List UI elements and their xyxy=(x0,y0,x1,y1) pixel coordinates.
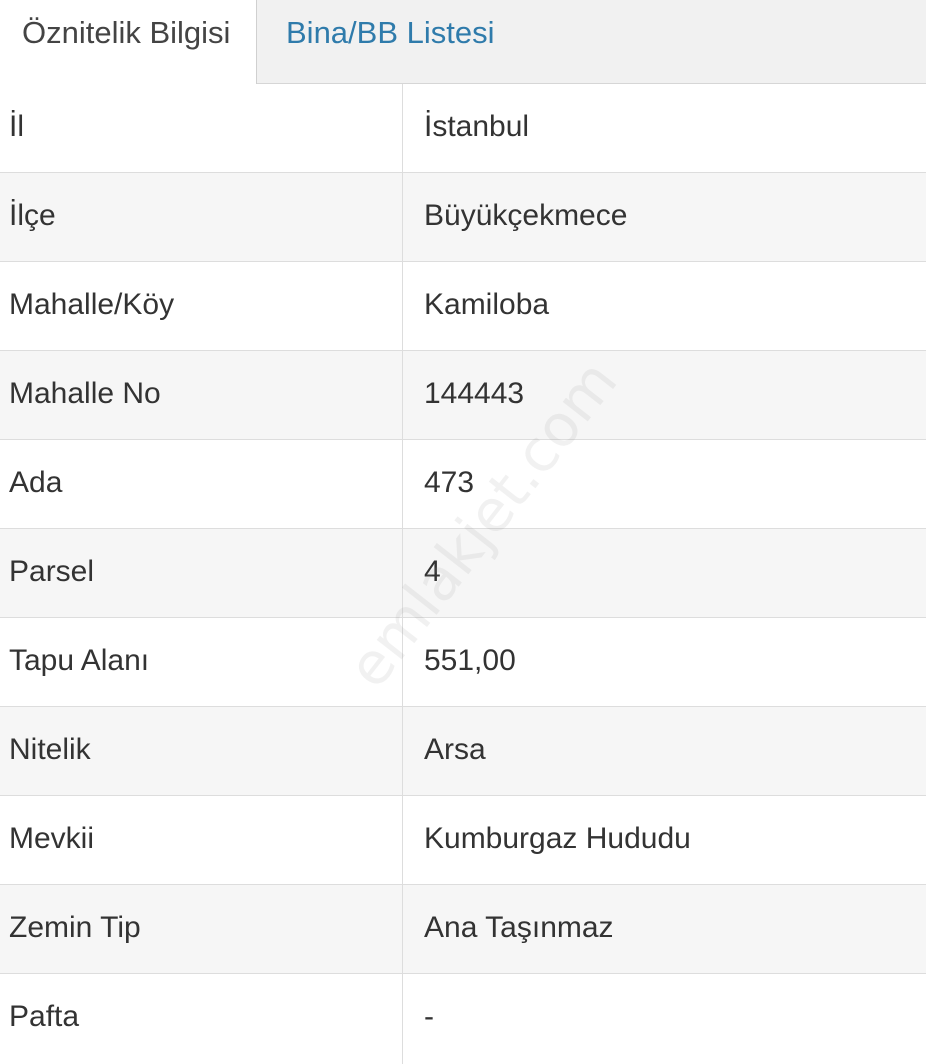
tab-attribute-info[interactable]: Öznitelik Bilgisi xyxy=(0,0,257,85)
attribute-value: Ana Taşınmaz xyxy=(424,911,614,944)
column-divider xyxy=(402,529,403,617)
attribute-key: İl xyxy=(9,110,24,143)
attribute-value: Büyükçekmece xyxy=(424,199,628,232)
attribute-key: Tapu Alanı xyxy=(9,644,150,677)
tab-building-list[interactable]: Bina/BB Listesi xyxy=(258,0,495,84)
attribute-value: Kumburgaz Hududu xyxy=(424,822,691,855)
attribute-value: 144443 xyxy=(424,377,525,410)
attribute-key: Nitelik xyxy=(9,733,91,766)
attribute-key: Pafta xyxy=(9,1000,80,1033)
attribute-value: 551,00 xyxy=(424,644,516,677)
table-row: Mahalle/Köy Kamiloba xyxy=(0,262,926,351)
table-row: İlçe Büyükçekmece xyxy=(0,173,926,262)
attribute-key: Mahalle/Köy xyxy=(9,288,175,321)
column-divider xyxy=(402,262,403,350)
table-row: İl İstanbul xyxy=(0,84,926,173)
attribute-value: İstanbul xyxy=(424,110,530,143)
attribute-value: Arsa xyxy=(424,733,486,766)
column-divider xyxy=(402,618,403,706)
table-row: Ada 473 xyxy=(0,440,926,529)
column-divider xyxy=(402,84,403,172)
attribute-value: - xyxy=(424,1000,434,1033)
attribute-key: Mahalle No xyxy=(9,377,161,410)
attribute-key: Mevkii xyxy=(9,822,95,855)
column-divider xyxy=(402,974,403,1064)
column-divider xyxy=(402,885,403,973)
table-row: Zemin Tip Ana Taşınmaz xyxy=(0,885,926,974)
attribute-value: 4 xyxy=(424,555,441,588)
attribute-key: Zemin Tip xyxy=(9,911,141,944)
attribute-table: İl İstanbul İlçe Büyükçekmece Mahalle/Kö… xyxy=(0,84,926,1064)
table-row: Tapu Alanı 551,00 xyxy=(0,618,926,707)
table-row: Nitelik Arsa xyxy=(0,707,926,796)
column-divider xyxy=(402,351,403,439)
attribute-value: Kamiloba xyxy=(424,288,550,321)
attribute-key: Parsel xyxy=(9,555,95,588)
column-divider xyxy=(402,173,403,261)
table-row: Parsel 4 xyxy=(0,529,926,618)
attribute-key: İlçe xyxy=(9,199,56,232)
column-divider xyxy=(402,796,403,884)
table-row: Mahalle No 144443 xyxy=(0,351,926,440)
table-row: Mevkii Kumburgaz Hududu xyxy=(0,796,926,885)
column-divider xyxy=(402,707,403,795)
attribute-key: Ada xyxy=(9,466,63,499)
tab-bar: Öznitelik Bilgisi Bina/BB Listesi xyxy=(0,0,926,85)
column-divider xyxy=(402,440,403,528)
attribute-value: 473 xyxy=(424,466,475,499)
table-row: Pafta - xyxy=(0,974,926,1064)
